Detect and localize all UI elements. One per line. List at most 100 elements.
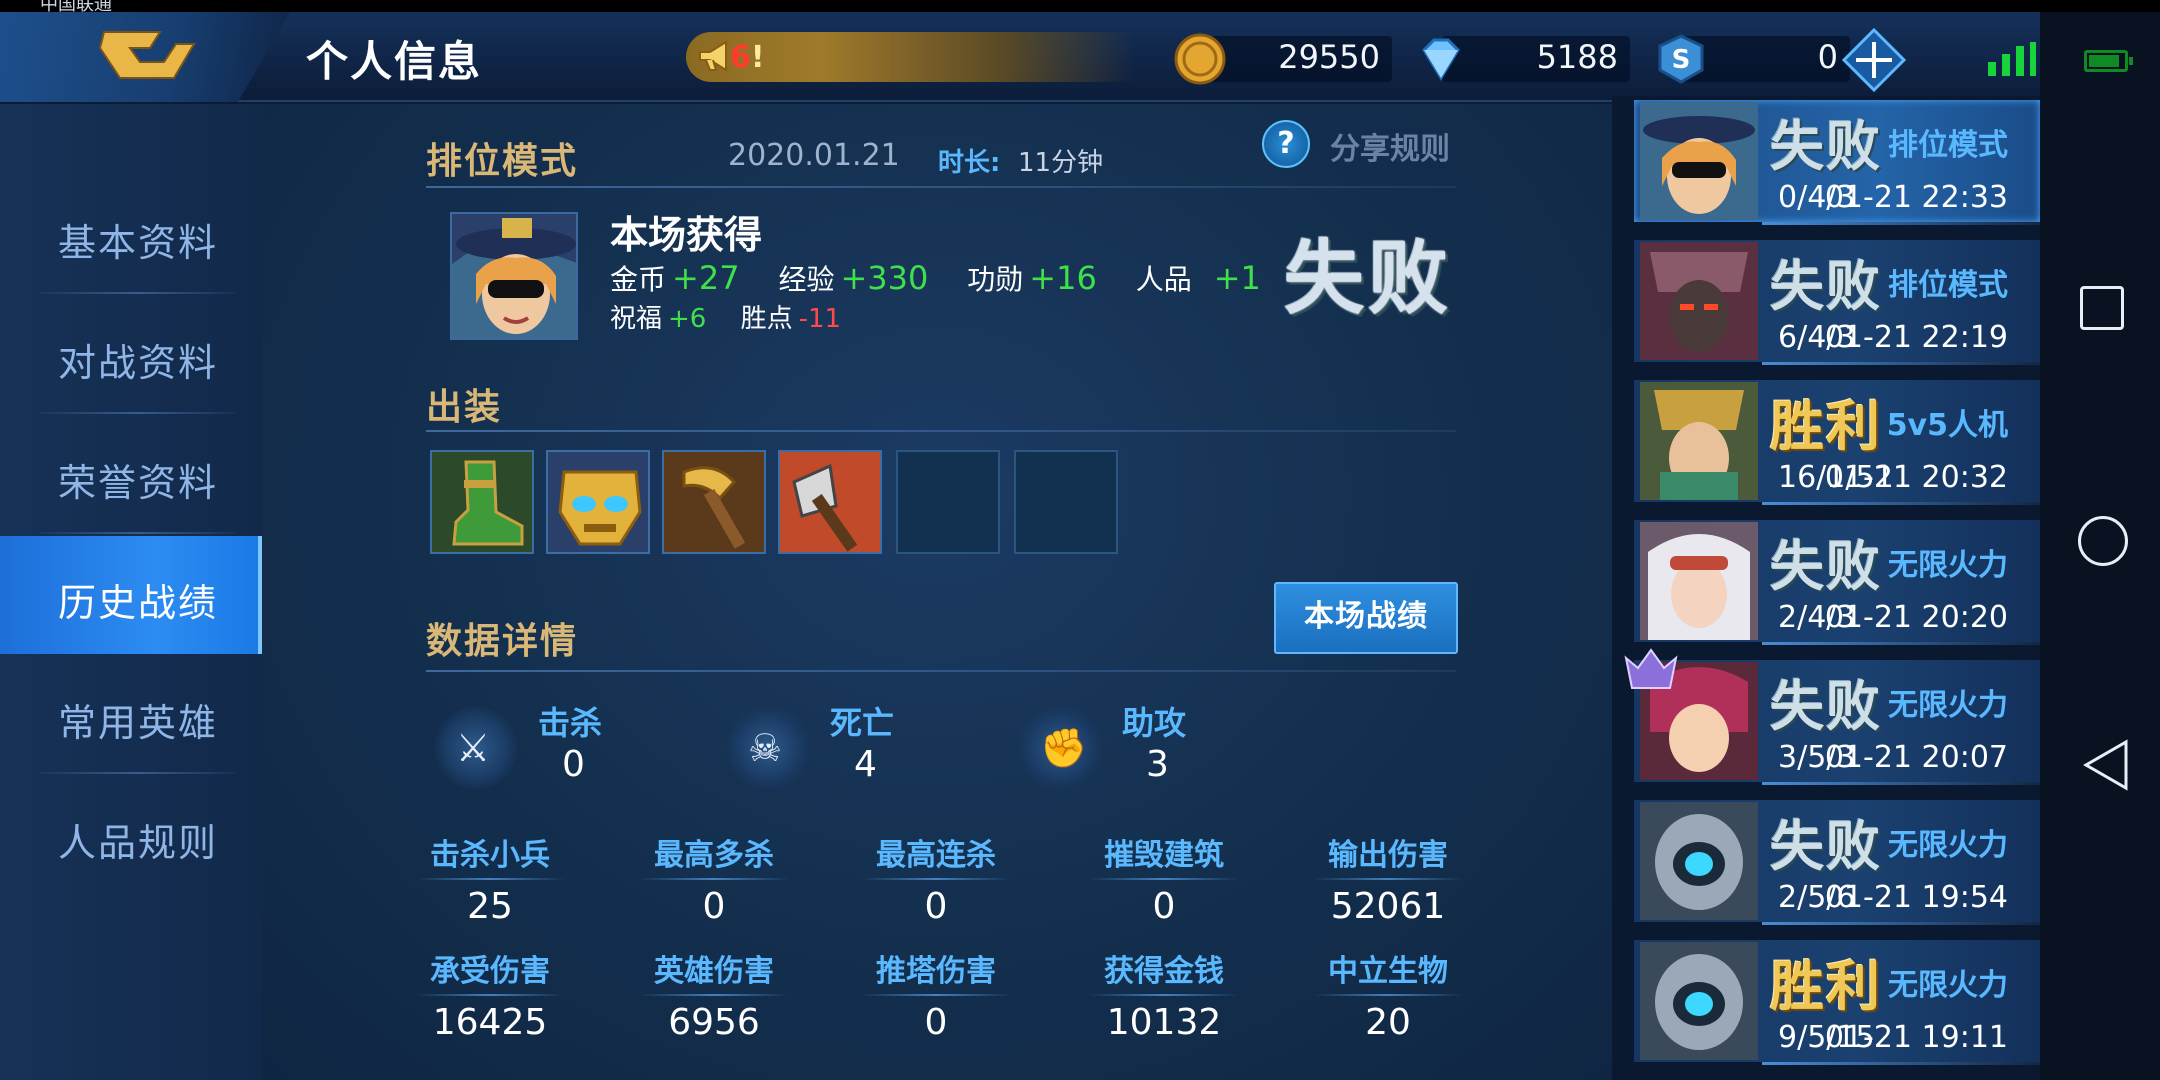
equipment-slot-4[interactable] <box>778 450 882 554</box>
history-item[interactable]: 失败 2/4/3 无限火力 01-21 20:20 <box>1612 516 2040 656</box>
sidebar-item-credit-rules[interactable]: 人品规则 <box>0 776 262 894</box>
deaths-value: 4 <box>854 744 877 785</box>
page-title: 个人信息 <box>306 37 483 86</box>
assists-stat: ✊ 助攻 3 <box>1018 698 1218 808</box>
history-item[interactable]: 失败 6/4/3 排位模式 01-21 22:19 <box>1612 236 2040 376</box>
gold-currency: 29550 <box>1170 33 1392 85</box>
history-mode: 5v5人机 <box>1886 408 2008 443</box>
stat-neutral-creeps: 中立生物 20 <box>1288 946 1488 1043</box>
gold-reward-value: +27 <box>672 259 740 297</box>
sidebar-item-favorite-heroes[interactable]: 常用英雄 <box>0 656 262 774</box>
sidebar-item-label: 基本资料 <box>58 221 219 265</box>
sidebar-item-label: 荣誉资料 <box>58 461 219 505</box>
history-time: 01-21 19:11 <box>1824 1020 2008 1055</box>
rewards-line-2: 祝福 +6 胜点 -11 <box>610 298 841 335</box>
sidebar-item-honor-info[interactable]: 荣誉资料 <box>0 416 262 534</box>
diamond-icon <box>1422 38 1460 81</box>
recent-apps-icon[interactable] <box>2080 286 2124 330</box>
speaker-alert: ! <box>750 40 765 75</box>
exp-reward-label: 经验 <box>778 263 835 296</box>
help-icon[interactable]: ? <box>1262 120 1310 168</box>
deaths-label: 死亡 <box>830 704 895 742</box>
s-points-currency: S 0 <box>1652 34 1850 84</box>
sidebar-item-label: 历史战绩 <box>58 581 219 625</box>
diamond-currency: 5188 <box>1412 34 1630 84</box>
data-details-title: 数据详情 <box>426 621 579 662</box>
history-result: 胜利 <box>1770 955 1882 1018</box>
history-mode: 无限火力 <box>1888 828 2008 863</box>
history-item[interactable]: 失败 0/4/3 排位模式 01-21 22:33 <box>1612 96 2040 236</box>
speaker-bar[interactable]: 6! <box>686 32 1136 82</box>
rank-badge-icon <box>1624 648 1678 689</box>
credit-reward-label: 人品 <box>1135 263 1192 296</box>
golden-axe-icon <box>664 452 764 552</box>
match-result: 失败 <box>1284 232 1452 325</box>
back-button[interactable] <box>0 12 290 102</box>
fist-icon: ✊ <box>1018 706 1102 790</box>
stat-hero-damage: 英雄伤害 6956 <box>614 946 814 1043</box>
match-history-list: 失败 0/4/3 排位模式 01-21 22:33 失败 6/4/3 排位模式 … <box>1612 96 2040 1080</box>
equipment-slot-5[interactable] <box>896 450 1000 554</box>
merit-reward-label: 功勋 <box>967 263 1024 296</box>
sidebar-item-label: 对战资料 <box>58 341 219 385</box>
match-date: 2020.01.21 <box>728 138 900 173</box>
sidebar-item-basic-info[interactable]: 基本资料 <box>0 176 262 294</box>
stat-max-multikill: 最高多杀 0 <box>614 830 814 927</box>
duration-label: 时长: <box>938 148 1001 178</box>
add-currency-button[interactable] <box>1842 28 1906 92</box>
history-result: 失败 <box>1770 535 1882 598</box>
equipment-slot-3[interactable] <box>662 450 766 554</box>
diamond-amount: 5188 <box>1536 38 1618 76</box>
kills-stat: ⚔ 击杀 0 <box>434 698 634 808</box>
golden-helm-hero-avatar-icon <box>1640 382 1758 500</box>
sidebar-item-battle-info[interactable]: 对战资料 <box>0 296 262 414</box>
gold-coin-icon <box>1174 33 1226 85</box>
stat-damage-dealt: 输出伤害 52061 <box>1288 830 1488 927</box>
history-time: 01-21 22:19 <box>1824 320 2008 355</box>
stat-buildings-destroyed: 摧毁建筑 0 <box>1064 830 1264 927</box>
equipment-slot-6[interactable] <box>1014 450 1118 554</box>
match-stats-button[interactable]: 本场战绩 <box>1274 582 1458 654</box>
rewards-title: 本场获得 <box>610 213 763 257</box>
history-item[interactable]: 失败 3/5/3 无限火力 01-21 20:07 <box>1612 648 2040 796</box>
share-rules-link[interactable]: 分享规则 <box>1330 124 1450 168</box>
history-item[interactable]: 胜利 16/1/51 5v5人机 01-21 20:32 <box>1612 376 2040 516</box>
sidebar-item-label: 常用英雄 <box>58 701 219 745</box>
duration-value: 11分钟 <box>1018 148 1104 178</box>
history-item[interactable]: 胜利 9/5/15 无限火力 01-21 19:11 <box>1612 936 2040 1076</box>
history-mode: 无限火力 <box>1888 688 2008 723</box>
history-result: 失败 <box>1770 255 1882 318</box>
history-result: 失败 <box>1770 815 1882 878</box>
history-mode: 无限火力 <box>1888 548 2008 583</box>
history-result: 失败 <box>1770 675 1882 738</box>
status-strip: 中国联通 <box>0 0 2160 15</box>
mech-hero-avatar-icon <box>1640 802 1758 920</box>
assists-label: 助攻 <box>1122 704 1187 742</box>
sidebar-item-match-history[interactable]: 历史战绩 <box>0 536 262 654</box>
credit-reward-value: +1 <box>1213 259 1261 297</box>
stat-tower-damage: 推塔伤害 0 <box>836 946 1036 1043</box>
equipment-title: 出装 <box>426 387 503 428</box>
history-result: 胜利 <box>1770 395 1882 458</box>
deaths-stat: ☠ 死亡 4 <box>726 698 926 808</box>
rank-points-value: -11 <box>798 304 842 334</box>
system-back-icon[interactable] <box>2080 738 2130 792</box>
history-time: 01-21 22:33 <box>1824 180 2008 215</box>
match-detail-panel: 排位模式 2020.01.21 时长: 11分钟 ? 分享规则 本场获得 金币 +… <box>262 104 1612 1080</box>
sword-icon: ⚔ <box>434 706 518 790</box>
history-result: 失败 <box>1770 115 1882 178</box>
bless-reward-value: +6 <box>668 304 707 334</box>
s-token-icon: S <box>1658 34 1704 84</box>
mech-hero-avatar-icon <box>1640 942 1758 1060</box>
equipment-slot-1[interactable] <box>430 450 534 554</box>
history-item[interactable]: 失败 2/5/6 无限火力 01-21 19:54 <box>1612 796 2040 936</box>
home-icon[interactable] <box>2078 516 2128 566</box>
equipment-slot-2[interactable] <box>546 450 650 554</box>
svg-text:S: S <box>1672 45 1691 75</box>
system-nav-bar <box>2040 0 2160 1080</box>
golden-mask-icon <box>548 452 648 552</box>
hero-portrait <box>450 212 578 340</box>
history-time: 01-21 20:20 <box>1824 600 2008 635</box>
sidebar: 基本资料 对战资料 荣誉资料 历史战绩 常用英雄 人品规则 <box>0 104 262 1080</box>
war-axe-icon <box>780 452 880 552</box>
